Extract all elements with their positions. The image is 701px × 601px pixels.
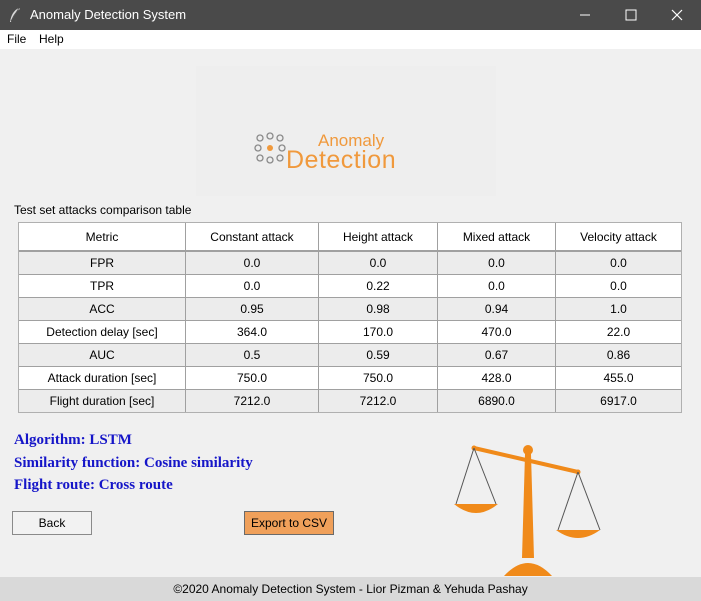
table-cell: 1.0 — [556, 298, 681, 321]
table-cell: 428.0 — [438, 367, 556, 390]
table-cell-metric: Attack duration [sec] — [19, 367, 186, 390]
flight-route-label: Flight route: Cross route — [14, 477, 173, 493]
menu-bar: File Help — [0, 30, 701, 49]
table-cell-metric: FPR — [19, 252, 186, 275]
title-bar: Anomaly Detection System — [0, 0, 701, 30]
table-cell: 0.94 — [438, 298, 556, 321]
comparison-table: Metric Constant attack Height attack Mix… — [18, 222, 682, 413]
table-cell: 470.0 — [438, 321, 556, 344]
table-cell: 7212.0 — [319, 390, 438, 412]
footer-credits: ©2020 Anomaly Detection System - Lior Pi… — [0, 577, 701, 601]
anomaly-detection-logo: Anomaly Detection — [196, 66, 496, 196]
table-cell: 170.0 — [319, 321, 438, 344]
table-cell: 0.5 — [186, 344, 319, 367]
table-cell-metric: TPR — [19, 275, 186, 298]
feather-icon — [8, 7, 22, 23]
window-title: Anomaly Detection System — [30, 7, 187, 22]
table-cell: 0.86 — [556, 344, 681, 367]
similarity-function-label: Similarity function: Cosine similarity — [14, 455, 253, 471]
table-cell-metric: Detection delay [sec] — [19, 321, 186, 344]
logo-line2: Detection — [286, 146, 397, 174]
table-header-cell: Metric — [19, 223, 186, 252]
table-cell: 0.0 — [556, 252, 681, 275]
table-cell: 0.59 — [319, 344, 438, 367]
menu-file[interactable]: File — [7, 32, 26, 46]
close-button[interactable] — [654, 0, 700, 30]
table-cell: 0.0 — [438, 275, 556, 298]
table-cell: 0.0 — [438, 252, 556, 275]
table-cell: 0.0 — [186, 275, 319, 298]
table-cell: 0.98 — [319, 298, 438, 321]
close-icon — [671, 9, 683, 24]
minimize-icon — [579, 10, 591, 24]
table-cell-metric: Flight duration [sec] — [19, 390, 186, 412]
table-cell: 0.0 — [556, 275, 681, 298]
table-cell: 0.22 — [319, 275, 438, 298]
table-cell: 22.0 — [556, 321, 681, 344]
table-cell: 6917.0 — [556, 390, 681, 412]
table-header-cell: Constant attack — [186, 223, 319, 252]
table-cell: 364.0 — [186, 321, 319, 344]
table-cell: 750.0 — [186, 367, 319, 390]
maximize-icon — [625, 9, 637, 24]
menu-help[interactable]: Help — [39, 32, 64, 46]
table-cell: 455.0 — [556, 367, 681, 390]
table-cell: 0.67 — [438, 344, 556, 367]
table-cell-metric: ACC — [19, 298, 186, 321]
maximize-button[interactable] — [608, 0, 654, 30]
table-caption: Test set attacks comparison table — [14, 203, 192, 217]
table-cell-metric: AUC — [19, 344, 186, 367]
balance-scale-icon — [452, 438, 602, 579]
algorithm-label: Algorithm: LSTM — [14, 432, 132, 448]
table-cell: 7212.0 — [186, 390, 319, 412]
table-cell: 6890.0 — [438, 390, 556, 412]
back-button[interactable]: Back — [12, 511, 92, 535]
table-cell: 750.0 — [319, 367, 438, 390]
minimize-button[interactable] — [562, 0, 608, 30]
table-header-cell: Height attack — [319, 223, 438, 252]
table-header-cell: Mixed attack — [438, 223, 556, 252]
table-cell: 0.95 — [186, 298, 319, 321]
table-cell: 0.0 — [319, 252, 438, 275]
table-cell: 0.0 — [186, 252, 319, 275]
export-csv-button[interactable]: Export to CSV — [244, 511, 334, 535]
table-header-cell: Velocity attack — [556, 223, 681, 252]
